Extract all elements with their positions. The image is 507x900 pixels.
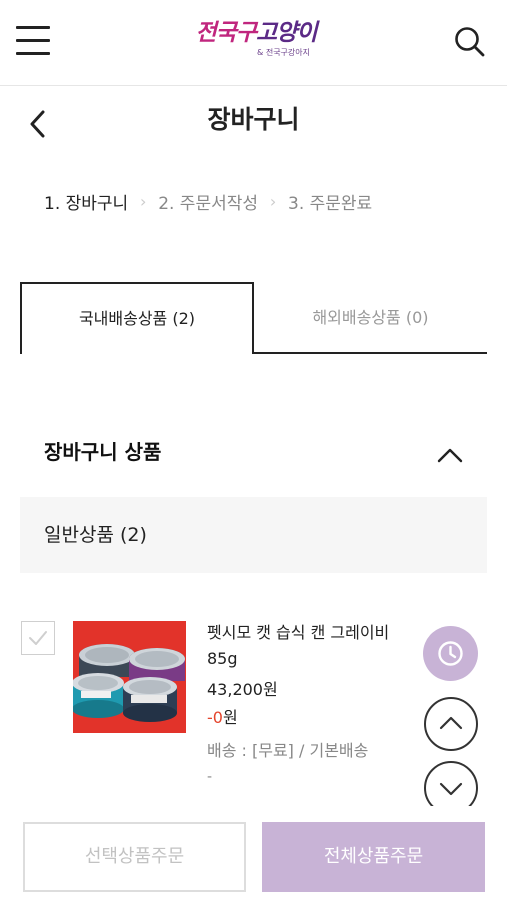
- item-extra: -: [207, 769, 213, 785]
- step-order-form: 2. 주문서작성: [158, 193, 259, 214]
- site-logo[interactable]: 전국구고양이 & 전국구강아지: [188, 18, 324, 68]
- item-shipping: 배송 : [무료] / 기본배송: [207, 741, 369, 760]
- search-icon[interactable]: [452, 24, 488, 60]
- item-price: 43,200원: [207, 680, 278, 699]
- recent-view-clock-icon[interactable]: [423, 626, 478, 681]
- chevron-up-icon[interactable]: [434, 444, 466, 466]
- logo-subtext: & 전국구강아지: [257, 48, 310, 57]
- check-icon: [29, 631, 47, 645]
- discount-unit: 원: [222, 708, 238, 727]
- logo-text: 전국구고양이: [195, 20, 318, 46]
- tab-domestic[interactable]: 국내배송상품 (2): [20, 282, 254, 354]
- item-checkbox[interactable]: [21, 621, 55, 655]
- delivery-tabs: 국내배송상품 (2) 해외배송상품 (0): [20, 282, 487, 354]
- tab-overseas[interactable]: 해외배송상품 (0): [254, 282, 487, 354]
- order-selected-button[interactable]: 선택상품주문: [23, 822, 246, 892]
- chevron-right-icon: ›: [269, 191, 277, 211]
- hamburger-menu-icon[interactable]: [16, 24, 52, 56]
- order-steps: 1. 장바구니 › 2. 주문서작성 › 3. 주문완료: [44, 186, 372, 216]
- step-cart: 1. 장바구니: [44, 193, 129, 214]
- product-image[interactable]: [73, 621, 186, 733]
- top-header: 전국구고양이 & 전국구강아지: [0, 0, 507, 86]
- item-name[interactable]: 펫시모 캣 습식 캔 그레이비 85g: [207, 620, 422, 672]
- step-complete: 3. 주문완료: [288, 193, 373, 214]
- cart-section-title: 장바구니 상품: [44, 440, 162, 464]
- scroll-top-chevron-up-icon[interactable]: [424, 697, 478, 751]
- item-discount: -0원: [207, 705, 238, 731]
- discount-value: -0: [207, 708, 223, 727]
- page-title: 장바구니: [207, 105, 300, 134]
- product-group-bar: 일반상품 (2): [20, 497, 487, 573]
- chevron-right-icon: ›: [139, 191, 147, 211]
- order-all-button[interactable]: 전체상품주문: [262, 822, 485, 892]
- bottom-action-bar: 선택상품주문 전체상품주문: [0, 806, 507, 900]
- group-label: 일반상품 (2): [44, 524, 147, 546]
